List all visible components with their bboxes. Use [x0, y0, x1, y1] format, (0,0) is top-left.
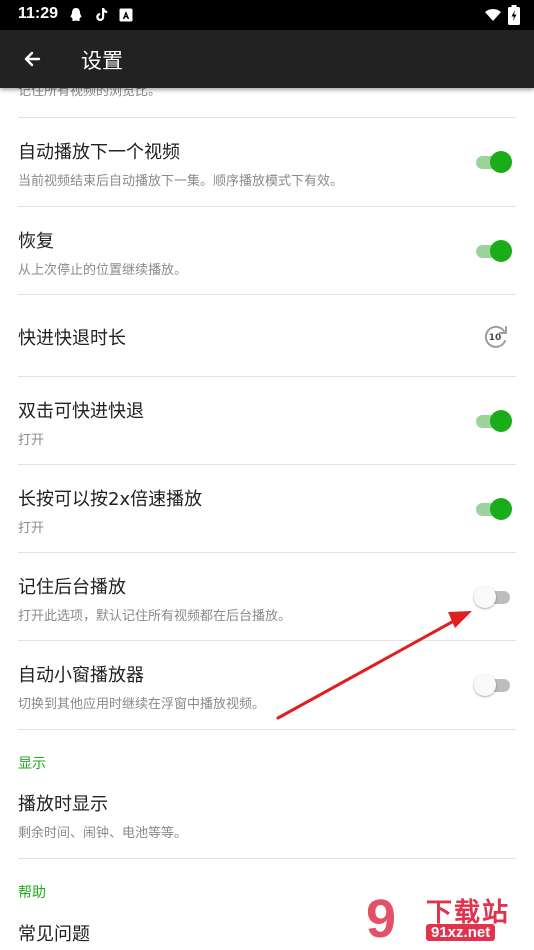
setting-subtitle: 切换到其他应用时继续在浮窗中播放视频。 [18, 697, 266, 712]
setting-background-play[interactable]: 记住后台播放 打开此选项，默认记住所有视频都在后台播放。 [0, 553, 534, 641]
setting-title: 自动小窗播放器 [18, 665, 144, 686]
setting-autoplay-next[interactable]: 自动播放下一个视频 当前视频结束后自动播放下一集。顺序播放模式下有效。 [0, 118, 534, 206]
setting-long-press-2x[interactable]: 长按可以按2x倍速播放 打开 [0, 465, 534, 553]
auto-mini-player-toggle[interactable] [474, 672, 512, 698]
setting-title: 自动播放下一个视频 [18, 142, 180, 163]
wifi-icon [485, 9, 501, 21]
setting-subtitle: 打开 [18, 521, 45, 536]
settings-list[interactable]: 记住所有视频的浏览比。 自动播放下一个视频 当前视频结束后自动播放下一集。顺序播… [0, 88, 534, 950]
app-bar: 设置 [0, 30, 534, 88]
double-tap-seek-toggle[interactable] [474, 408, 512, 434]
watermark-url: 91xz.net [426, 924, 496, 941]
setting-double-tap-seek[interactable]: 双击可快进快退 打开 [0, 377, 534, 465]
status-bar: 11:29 [0, 0, 534, 30]
setting-subtitle: 剩余时间、闹钟、电池等等。 [18, 826, 188, 841]
setting-title: 记住后台播放 [18, 577, 126, 598]
resume-toggle[interactable] [474, 238, 512, 264]
setting-subtitle: 当前视频结束后自动播放下一集。顺序播放模式下有效。 [18, 174, 344, 189]
watermark-logo: 9 下载站 91xz.net [360, 889, 530, 949]
background-play-toggle[interactable] [474, 584, 512, 610]
app-notification-icon [119, 8, 133, 22]
setting-subtitle: 打开 [18, 433, 45, 448]
back-arrow-icon[interactable] [18, 44, 48, 74]
setting-subtitle: 打开此选项，默认记住所有视频都在后台播放。 [18, 609, 292, 624]
divider [18, 729, 516, 730]
skip-10-seconds-icon[interactable]: 10 [482, 323, 510, 349]
battery-charging-icon [508, 5, 520, 25]
qq-icon [70, 8, 82, 21]
setting-auto-mini-player[interactable]: 自动小窗播放器 切换到其他应用时继续在浮窗中播放视频。 [0, 641, 534, 729]
section-header-help: 帮助 [18, 885, 46, 901]
partial-setting-subtitle: 记住所有视频的浏览比。 [18, 88, 162, 99]
autoplay-next-toggle[interactable] [474, 149, 512, 175]
setting-title: 快进快退时长 [18, 328, 126, 349]
setting-subtitle: 从上次停止的位置继续播放。 [18, 263, 188, 278]
setting-title: 长按可以按2x倍速播放 [18, 489, 203, 510]
section-header-display: 显示 [18, 756, 46, 772]
status-time: 11:29 [18, 5, 59, 22]
setting-title: 恢复 [18, 231, 54, 252]
page-title: 设置 [81, 49, 123, 73]
setting-seek-duration[interactable]: 快进快退时长 10 [0, 295, 534, 377]
setting-title: 常见问题 [18, 924, 90, 945]
divider [18, 858, 516, 859]
watermark-logo-mark: 9 [366, 889, 397, 949]
skip-10-label: 10 [489, 333, 502, 343]
setting-title: 双击可快进快退 [18, 401, 144, 422]
setting-resume[interactable]: 恢复 从上次停止的位置继续播放。 [0, 207, 534, 295]
tiktok-icon [96, 8, 108, 21]
setting-title: 播放时显示 [18, 794, 108, 815]
long-press-2x-toggle[interactable] [474, 496, 512, 522]
setting-show-while-playing[interactable]: 播放时显示 剩余时间、闹钟、电池等等。 [0, 778, 534, 858]
